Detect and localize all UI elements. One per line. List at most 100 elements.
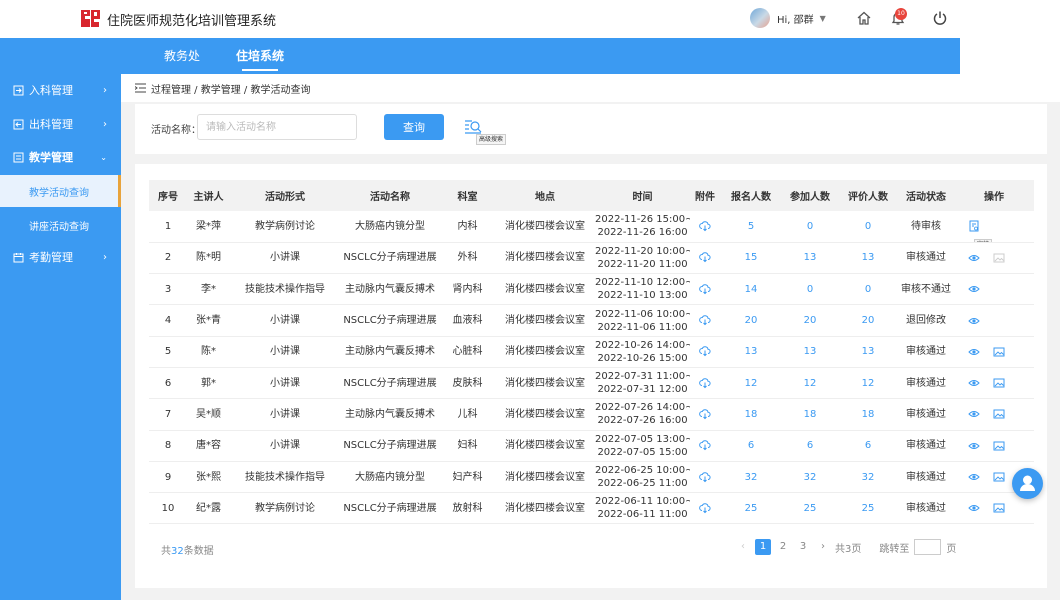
cell-eval-count[interactable]: 0	[838, 211, 898, 243]
cloud-download-icon[interactable]	[699, 220, 711, 232]
user-menu[interactable]: Hi, 邵群 ▼	[750, 8, 826, 28]
next-page-icon[interactable]: ›	[815, 539, 831, 555]
cell-signup-count[interactable]: 12	[720, 367, 782, 400]
view-icon[interactable]	[968, 315, 980, 327]
query-button[interactable]: 查询	[384, 114, 444, 140]
image-icon[interactable]	[993, 471, 1005, 483]
cloud-download-icon[interactable]	[699, 251, 711, 263]
advanced-search-icon[interactable]	[464, 119, 482, 135]
image-icon[interactable]	[993, 377, 1005, 389]
cell-signup-count[interactable]: 15	[720, 242, 782, 275]
sidebar-item-attendance[interactable]: 考勤管理 ›	[0, 241, 121, 273]
view-icon[interactable]	[968, 283, 980, 295]
time-end: 2022-06-25 11:00	[597, 478, 688, 490]
sidebar-item-teaching[interactable]: 教学管理 ⌄	[0, 141, 121, 173]
cell-eval-count[interactable]: 13	[838, 242, 898, 275]
cell-no: 1	[149, 211, 187, 243]
image-icon[interactable]	[993, 252, 1005, 264]
sidebar-item-admission[interactable]: 入科管理 ›	[0, 74, 121, 106]
cell-signup-count[interactable]: 14	[720, 273, 782, 306]
user-name: Hi, 邵群	[777, 14, 814, 26]
view-icon[interactable]	[968, 252, 980, 264]
cell-attend-count[interactable]: 0	[782, 273, 838, 306]
home-icon[interactable]	[856, 10, 872, 26]
page-2[interactable]: 2	[775, 539, 791, 555]
image-icon[interactable]	[993, 502, 1005, 514]
sidebar-item-lecture-activity-query[interactable]: 讲座活动查询	[0, 209, 121, 241]
cell-department: 放射科	[440, 492, 495, 525]
cell-signup-count[interactable]: 32	[720, 461, 782, 494]
view-icon[interactable]	[968, 471, 980, 483]
cell-actions	[954, 430, 1034, 462]
view-icon[interactable]	[968, 408, 980, 420]
review-icon[interactable]	[968, 220, 980, 232]
cell-status: 审核通过	[898, 367, 954, 400]
customer-service-button[interactable]	[1012, 468, 1043, 499]
image-icon[interactable]	[993, 408, 1005, 420]
cell-attend-count[interactable]: 18	[782, 398, 838, 431]
power-icon[interactable]	[932, 10, 948, 26]
view-icon[interactable]	[968, 502, 980, 514]
cell-location: 消化楼四楼会议室	[495, 398, 595, 431]
tab-academic-office[interactable]: 教务处	[164, 38, 200, 74]
cell-status: 审核通过	[898, 336, 954, 368]
cell-attend-count[interactable]: 0	[782, 211, 838, 243]
cell-status: 审核通过	[898, 492, 954, 525]
sidebar-item-teaching-activity-query[interactable]: 教学活动查询	[0, 175, 121, 207]
cell-location: 消化楼四楼会议室	[495, 211, 595, 243]
cell-eval-count[interactable]: 12	[838, 367, 898, 400]
cell-signup-count[interactable]: 6	[720, 430, 782, 462]
cell-signup-count[interactable]: 5	[720, 211, 782, 243]
cell-signup-count[interactable]: 20	[720, 304, 782, 337]
cell-signup-count[interactable]: 13	[720, 336, 782, 368]
cloud-download-icon[interactable]	[699, 345, 711, 357]
total-prefix: 共	[161, 546, 171, 557]
cell-attend-count[interactable]: 13	[782, 336, 838, 368]
cell-actions	[954, 398, 1034, 431]
cell-eval-count[interactable]: 20	[838, 304, 898, 337]
cell-activity-name: NSCLC分子病理进展	[340, 492, 440, 525]
cloud-download-icon[interactable]	[699, 502, 711, 514]
cell-status: 审核通过	[898, 461, 954, 494]
cell-eval-count[interactable]: 6	[838, 430, 898, 462]
cell-actions: 活动图片	[954, 336, 1034, 368]
cloud-download-icon[interactable]	[699, 283, 711, 295]
cell-eval-count[interactable]: 18	[838, 398, 898, 431]
image-icon[interactable]	[993, 440, 1005, 452]
cell-attend-count[interactable]: 20	[782, 304, 838, 337]
tab-residency-system[interactable]: 住培系统	[236, 38, 284, 74]
cell-eval-count[interactable]: 32	[838, 461, 898, 494]
activity-name-input[interactable]	[197, 114, 357, 140]
jump-page-input[interactable]	[914, 539, 942, 555]
view-icon[interactable]	[968, 377, 980, 389]
cell-eval-count[interactable]: 25	[838, 492, 898, 525]
cell-attend-count[interactable]: 25	[782, 492, 838, 525]
sidebar-item-discharge[interactable]: 出科管理 ›	[0, 108, 121, 140]
cell-status: 待审核	[898, 211, 954, 243]
table-row: 1 梁*萍 教学病例讨论 大肠癌内镜分型 内科 消化楼四楼会议室 2022-11-26 15…	[149, 211, 1034, 243]
menu-fold-icon[interactable]	[135, 83, 146, 93]
page-3[interactable]: 3	[795, 539, 811, 555]
cell-attend-count[interactable]: 12	[782, 367, 838, 400]
cloud-download-icon[interactable]	[699, 471, 711, 483]
cell-attend-count[interactable]: 13	[782, 242, 838, 275]
cell-form: 教学病例讨论	[230, 211, 340, 243]
view-icon[interactable]	[968, 440, 980, 452]
cell-signup-count[interactable]: 18	[720, 398, 782, 431]
view-icon[interactable]	[968, 346, 980, 358]
header-eval-count: 评价人数	[838, 180, 898, 211]
cell-time: 2022-11-10 12:00~ 2022-11-10 13:00	[595, 273, 690, 306]
cloud-download-icon[interactable]	[699, 439, 711, 451]
prev-page-icon[interactable]: ‹	[735, 539, 751, 555]
cell-eval-count[interactable]: 0	[838, 273, 898, 306]
cloud-download-icon[interactable]	[699, 314, 711, 326]
page-1[interactable]: 1	[755, 539, 771, 555]
cell-attend-count[interactable]: 32	[782, 461, 838, 494]
cloud-download-icon[interactable]	[699, 408, 711, 420]
time-end: 2022-07-05 15:00	[597, 446, 688, 458]
cloud-download-icon[interactable]	[699, 377, 711, 389]
image-icon[interactable]	[993, 346, 1005, 358]
cell-attend-count[interactable]: 6	[782, 430, 838, 462]
cell-eval-count[interactable]: 13	[838, 336, 898, 368]
cell-signup-count[interactable]: 25	[720, 492, 782, 525]
